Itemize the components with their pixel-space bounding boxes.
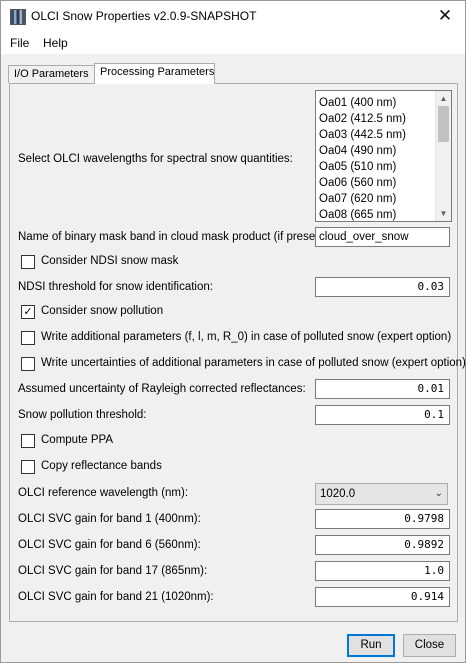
close-window-icon[interactable]: ✕ — [431, 4, 459, 28]
write-uncertainties-label: Write uncertainties of additional parame… — [41, 357, 466, 369]
processing-parameters-panel: Select OLCI wavelengths for spectral sno… — [9, 83, 466, 622]
list-item[interactable]: Oa02 (412.5 nm) — [317, 111, 432, 127]
svc-gain-21-label: OLCI SVC gain for band 21 (1020nm): — [18, 591, 214, 603]
mask-band-input[interactable]: cloud_over_snow — [315, 227, 450, 247]
wavelengths-listbox[interactable]: Oa01 (400 nm) Oa02 (412.5 nm) Oa03 (442.… — [315, 90, 452, 222]
run-button[interactable]: Run — [347, 634, 395, 657]
svc-gain-17-input[interactable]: 1.0 — [315, 561, 450, 581]
scroll-down-icon[interactable]: ▼ — [436, 206, 451, 221]
svc-gain-17-label: OLCI SVC gain for band 17 (865nm): — [18, 565, 208, 577]
window-title: OLCI Snow Properties v2.0.9-SNAPSHOT — [31, 9, 257, 23]
scroll-up-icon[interactable]: ▲ — [436, 91, 451, 106]
mask-band-label: Name of binary mask band in cloud mask p… — [18, 231, 332, 243]
tab-processing-parameters[interactable]: Processing Parameters — [94, 63, 215, 84]
menu-help[interactable]: Help — [43, 36, 68, 50]
list-item[interactable]: Oa05 (510 nm) — [317, 159, 432, 175]
rayleigh-uncertainty-label: Assumed uncertainty of Rayleigh correcte… — [18, 383, 306, 395]
ndsi-threshold-label: NDSI threshold for snow identification: — [18, 281, 213, 293]
write-additional-checkbox[interactable] — [21, 331, 35, 345]
write-uncertainties-checkbox[interactable] — [21, 357, 35, 371]
app-logo-icon — [10, 9, 26, 25]
pollution-threshold-label: Snow pollution threshold: — [18, 409, 147, 421]
compute-ppa-checkbox[interactable] — [21, 434, 35, 448]
consider-ndsi-checkbox[interactable] — [21, 255, 35, 269]
write-additional-label: Write additional parameters (f, l, m, R_… — [41, 331, 452, 343]
list-item[interactable]: Oa08 (665 nm) — [317, 207, 432, 221]
svc-gain-6-label: OLCI SVC gain for band 6 (560nm): — [18, 539, 201, 551]
consider-ndsi-label: Consider NDSI snow mask — [41, 255, 179, 267]
list-item[interactable]: Oa03 (442.5 nm) — [317, 127, 432, 143]
scroll-thumb[interactable] — [438, 106, 449, 142]
copy-reflectance-checkbox[interactable] — [21, 460, 35, 474]
app-window: OLCI Snow Properties v2.0.9-SNAPSHOT ✕ F… — [0, 0, 466, 663]
consider-pollution-label: Consider snow pollution — [41, 305, 164, 317]
title-bar[interactable]: OLCI Snow Properties v2.0.9-SNAPSHOT ✕ — [1, 1, 465, 32]
tab-io-parameters[interactable]: I/O Parameters — [8, 65, 99, 83]
consider-pollution-checkbox[interactable]: ✓ — [21, 305, 35, 319]
list-item[interactable]: Oa01 (400 nm) — [317, 95, 432, 111]
copy-reflectance-label: Copy reflectance bands — [41, 460, 162, 472]
wavelengths-scrollbar[interactable]: ▲ ▼ — [435, 91, 451, 221]
list-item[interactable]: Oa06 (560 nm) — [317, 175, 432, 191]
svc-gain-1-input[interactable]: 0.9798 — [315, 509, 450, 529]
ndsi-threshold-input[interactable]: 0.03 — [315, 277, 450, 297]
compute-ppa-label: Compute PPA — [41, 434, 114, 446]
svc-gain-21-input[interactable]: 0.914 — [315, 587, 450, 607]
reference-wavelength-label: OLCI reference wavelength (nm): — [18, 487, 189, 499]
menu-bar: File Help — [1, 32, 465, 54]
menu-file[interactable]: File — [10, 36, 29, 50]
reference-wavelength-select[interactable]: 1020.0 ⌄ — [315, 483, 448, 505]
svc-gain-6-input[interactable]: 0.9892 — [315, 535, 450, 555]
pollution-threshold-input[interactable]: 0.1 — [315, 405, 450, 425]
close-button[interactable]: Close — [403, 634, 456, 657]
wavelengths-label: Select OLCI wavelengths for spectral sno… — [18, 153, 293, 165]
list-item[interactable]: Oa04 (490 nm) — [317, 143, 432, 159]
svc-gain-1-label: OLCI SVC gain for band 1 (400nm): — [18, 513, 201, 525]
reference-wavelength-value: 1020.0 — [320, 488, 356, 500]
chevron-down-icon: ⌄ — [434, 488, 443, 499]
list-item[interactable]: Oa07 (620 nm) — [317, 191, 432, 207]
rayleigh-uncertainty-input[interactable]: 0.01 — [315, 379, 450, 399]
